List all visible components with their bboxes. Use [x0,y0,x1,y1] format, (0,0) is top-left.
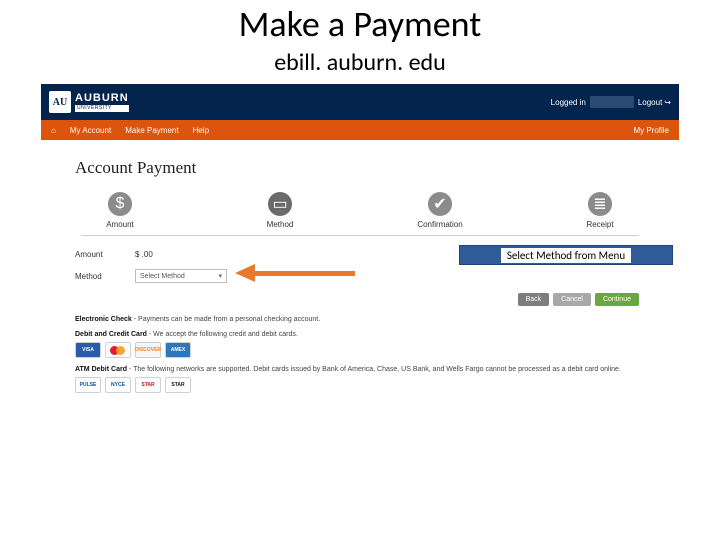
nav-home-icon[interactable]: ⌂ [51,126,56,135]
chevron-down-icon: ▾ [218,272,222,280]
nav-make-payment[interactable]: Make Payment [125,126,178,135]
callout-box: Select Method from Menu [459,245,673,265]
debit-network-logos: PULSE NYCE STAR STAR [75,377,645,393]
echeck-title: Electronic Check [75,316,132,323]
nav-help[interactable]: Help [193,126,209,135]
pulse-network-icon: PULSE [75,377,101,393]
visa-card-icon: VISA [75,342,101,358]
dollar-icon: $ [108,192,132,216]
amex-card-icon: AMEX [165,342,191,358]
nav-my-profile[interactable]: My Profile [633,126,669,135]
cc-title: Debit and Credit Card [75,331,147,338]
step-receipt: ≣ Receipt [565,192,635,229]
card-icon: ▭ [268,192,292,216]
atm-info: ATM Debit Card - The following networks … [75,366,645,373]
method-row: Method Select Method ▾ [75,269,645,283]
method-select-value: Select Method [140,273,185,280]
auburn-logo: AU AUBURN UNIVERSITY [49,91,129,113]
step-receipt-label: Receipt [586,220,613,229]
amount-label: Amount [75,250,135,259]
logout-label: Logout [638,98,662,107]
credit-card-logos: VISA DISCOVER AMEX [75,342,645,358]
star-alt-network-icon: STAR [165,377,191,393]
step-method-label: Method [267,220,294,229]
page-title: Account Payment [75,158,645,178]
logo-name: AUBURN [75,93,129,104]
nyce-network-icon: NYCE [105,377,131,393]
step-amount-label: Amount [106,220,134,229]
cc-text: - We accept the following credit and deb… [147,331,298,338]
step-confirmation-label: Confirmation [417,220,462,229]
atm-title: ATM Debit Card [75,366,127,373]
arrow-shaft [253,271,355,276]
slide-subtitle: ebill. auburn. edu [0,48,720,77]
thumbs-up-icon: ✔ [428,192,452,216]
username-redacted [590,96,634,108]
cc-info: Debit and Credit Card - We accept the fo… [75,331,645,338]
navbar: ⌂ My Account Make Payment Help My Profil… [41,120,679,140]
logo-badge: AU [49,91,71,113]
back-button[interactable]: Back [518,293,550,306]
step-indicator: $ Amount ▭ Method ✔ Confirmation ≣ Recei… [75,192,645,229]
mastercard-icon [105,342,131,358]
cancel-button[interactable]: Cancel [553,293,591,306]
method-select[interactable]: Select Method ▾ [135,269,227,283]
divider [81,235,639,236]
logout-icon: ↪ [664,98,671,107]
star-network-icon: STAR [135,377,161,393]
action-bar: Back Cancel Continue [75,293,639,306]
echeck-info: Electronic Check - Payments can be made … [75,316,645,323]
arrow-icon [235,264,255,282]
content-area: Account Payment $ Amount ▭ Method ✔ Conf… [41,140,679,393]
step-method: ▭ Method [245,192,315,229]
receipt-icon: ≣ [588,192,612,216]
discover-card-icon: DISCOVER [135,342,161,358]
nav-my-account[interactable]: My Account [70,126,111,135]
logout-link[interactable]: Logout ↪ [638,98,671,107]
ebill-app: AU AUBURN UNIVERSITY Logged in Logout ↪ … [40,83,680,400]
logo-unit: UNIVERSITY [75,105,129,112]
topbar: AU AUBURN UNIVERSITY Logged in Logout ↪ [41,84,679,120]
step-amount: $ Amount [85,192,155,229]
atm-text: - The following networks are supported. … [127,366,621,373]
slide-title: Make a Payment [0,2,720,46]
callout-text: Select Method from Menu [501,248,631,263]
continue-button[interactable]: Continue [595,293,639,306]
logged-in-label: Logged in [551,98,586,107]
echeck-text: - Payments can be made from a personal c… [132,316,320,323]
step-confirmation: ✔ Confirmation [405,192,475,229]
amount-value: $ .00 [135,250,153,259]
method-label: Method [75,272,135,281]
